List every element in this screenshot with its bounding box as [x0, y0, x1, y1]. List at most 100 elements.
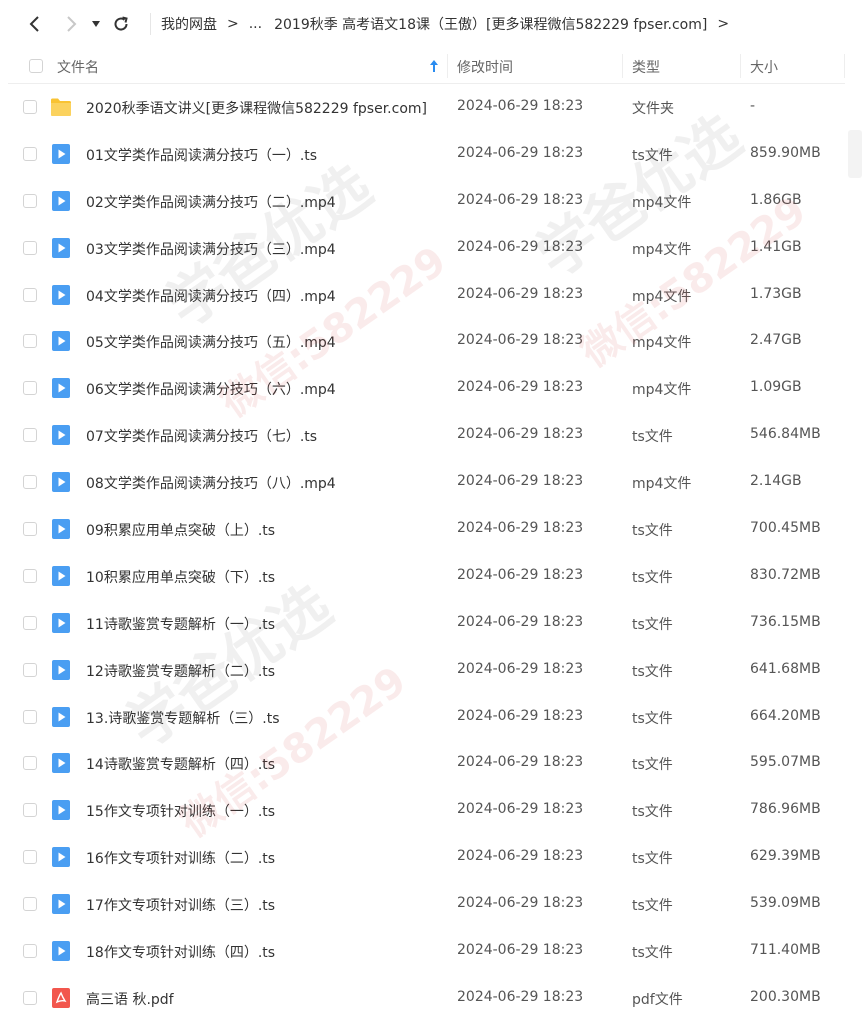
scrollbar-thumb[interactable] [848, 130, 862, 178]
file-name[interactable]: 18作文专项针对训练（四）.ts [86, 942, 275, 962]
file-row[interactable]: 10积累应用单点突破（下）.ts 2024-06-29 18:23 ts文件 830.… [8, 553, 845, 600]
back-button[interactable] [22, 11, 48, 37]
file-row[interactable]: 05文学类作品阅读满分技巧（五）.mp4 2024-06-29 18:23 mp4文… [8, 318, 845, 365]
row-checkbox[interactable] [23, 193, 37, 208]
file-name[interactable]: 16作文专项针对训练（二）.ts [86, 848, 275, 868]
row-checkbox[interactable] [23, 334, 37, 349]
row-checkbox[interactable] [23, 615, 37, 630]
column-header-time[interactable]: 修改时间 [457, 57, 513, 77]
toolbar: 我的网盘 > ... 2019秋季 高考语文18课（王傲）[更多课程微信5822… [0, 0, 865, 48]
file-name[interactable]: 04文学类作品阅读满分技巧（四）.mp4 [86, 286, 336, 306]
row-checkbox[interactable] [23, 568, 37, 583]
file-name[interactable]: 2020秋季语文讲义[更多课程微信582229 fpser.com] [86, 98, 427, 118]
row-checkbox[interactable] [23, 146, 37, 161]
file-row[interactable]: 14诗歌鉴赏专题解析（四）.ts 2024-06-29 18:23 ts文件 595.… [8, 740, 845, 787]
file-name[interactable]: 01文学类作品阅读满分技巧（一）.ts [86, 145, 317, 165]
file-size: 1.86GB [750, 191, 802, 208]
column-header-type[interactable]: 类型 [632, 57, 660, 77]
file-type: mp4文件 [632, 241, 692, 258]
row-checkbox[interactable] [23, 522, 37, 537]
file-row[interactable]: 2020秋季语文讲义[更多课程微信582229 fpser.com] 2024-0… [8, 84, 845, 131]
file-row[interactable]: 12诗歌鉴赏专题解析（二）.ts 2024-06-29 18:23 ts文件 641.… [8, 647, 845, 694]
file-name[interactable]: 09积累应用单点突破（上）.ts [86, 520, 275, 540]
file-row[interactable]: 13.诗歌鉴赏专题解析（三）.ts 2024-06-29 18:23 ts文件 664… [8, 694, 845, 741]
file-modified-time: 2024-06-29 18:23 [457, 379, 584, 396]
row-checkbox[interactable] [23, 100, 37, 114]
file-row[interactable]: 16作文专项针对训练（二）.ts 2024-06-29 18:23 ts文件 629.… [8, 834, 845, 881]
file-size: 830.72MB [750, 566, 821, 583]
file-name[interactable]: 02文学类作品阅读满分技巧（二）.mp4 [86, 192, 336, 212]
video-file-icon [52, 894, 70, 915]
row-checkbox[interactable] [23, 944, 37, 959]
breadcrumb-current[interactable]: 2019秋季 高考语文18课（王傲）[更多课程微信582229 fpser.co… [274, 14, 707, 34]
row-checkbox[interactable] [23, 381, 37, 396]
video-file-icon [52, 565, 70, 586]
row-checkbox[interactable] [23, 756, 37, 771]
file-type: mp4文件 [632, 288, 692, 305]
select-all-checkbox[interactable] [29, 59, 43, 73]
file-row[interactable]: 03文学类作品阅读满分技巧（三）.mp4 2024-06-29 18:23 mp4文… [8, 225, 845, 272]
chevron-left-icon [29, 16, 39, 32]
file-modified-time: 2024-06-29 18:23 [457, 988, 584, 1005]
column-divider[interactable] [447, 54, 448, 78]
file-size: 1.09GB [750, 379, 802, 396]
file-name[interactable]: 07文学类作品阅读满分技巧（七）.ts [86, 426, 317, 446]
file-name[interactable]: 14诗歌鉴赏专题解析（四）.ts [86, 754, 275, 774]
forward-button[interactable] [58, 11, 84, 37]
file-name[interactable]: 10积累应用单点突破（下）.ts [86, 567, 275, 587]
sort-ascending-icon[interactable] [429, 59, 439, 73]
file-row[interactable]: 06文学类作品阅读满分技巧（六）.mp4 2024-06-29 18:23 mp4文… [8, 365, 845, 412]
column-divider[interactable] [740, 54, 741, 78]
row-checkbox[interactable] [23, 662, 37, 677]
file-name[interactable]: 08文学类作品阅读满分技巧（八）.mp4 [86, 473, 336, 493]
video-file-icon [52, 143, 70, 164]
file-type: ts文件 [632, 804, 673, 821]
column-divider[interactable] [622, 54, 623, 78]
file-name[interactable]: 高三语 秋.pdf [86, 989, 174, 1009]
video-file-icon [52, 519, 70, 540]
file-row[interactable]: 07文学类作品阅读满分技巧（七）.ts 2024-06-29 18:23 ts文件 5… [8, 412, 845, 459]
file-type: ts文件 [632, 898, 673, 915]
file-name[interactable]: 17作文专项针对训练（三）.ts [86, 895, 275, 915]
row-checkbox[interactable] [23, 709, 37, 724]
row-checkbox[interactable] [23, 897, 37, 912]
file-type: ts文件 [632, 710, 673, 727]
scrollbar-track[interactable] [845, 84, 865, 1024]
column-header-size[interactable]: 大小 [750, 57, 778, 77]
breadcrumb-root[interactable]: 我的网盘 [161, 14, 217, 34]
row-checkbox[interactable] [23, 240, 37, 255]
file-name[interactable]: 06文学类作品阅读满分技巧（六）.mp4 [86, 379, 336, 399]
file-modified-time: 2024-06-29 18:23 [457, 848, 584, 865]
row-checkbox[interactable] [23, 990, 37, 1005]
file-row[interactable]: 02文学类作品阅读满分技巧（二）.mp4 2024-06-29 18:23 mp4文… [8, 178, 845, 225]
row-checkbox[interactable] [23, 428, 37, 443]
file-name[interactable]: 11诗歌鉴赏专题解析（一）.ts [86, 614, 275, 634]
file-row[interactable]: 04文学类作品阅读满分技巧（四）.mp4 2024-06-29 18:23 mp4文… [8, 272, 845, 319]
column-divider[interactable] [844, 54, 845, 78]
file-row[interactable]: 17作文专项针对训练（三）.ts 2024-06-29 18:23 ts文件 539.… [8, 881, 845, 928]
file-name[interactable]: 12诗歌鉴赏专题解析（二）.ts [86, 661, 275, 681]
history-dropdown-button[interactable] [88, 11, 104, 37]
file-row[interactable]: 09积累应用单点突破（上）.ts 2024-06-29 18:23 ts文件 700.… [8, 506, 845, 553]
file-name[interactable]: 13.诗歌鉴赏专题解析（三）.ts [86, 708, 280, 728]
file-row[interactable]: 01文学类作品阅读满分技巧（一）.ts 2024-06-29 18:23 ts文件 8… [8, 131, 845, 178]
file-row[interactable]: 高三语 秋.pdf 2024-06-29 18:23 pdf文件 200.30MB [8, 975, 845, 1022]
breadcrumb-ellipsis[interactable]: ... [249, 16, 262, 32]
column-header-name[interactable]: 文件名 [57, 57, 99, 77]
row-checkbox[interactable] [23, 803, 37, 818]
file-name[interactable]: 03文学类作品阅读满分技巧（三）.mp4 [86, 239, 336, 259]
row-checkbox[interactable] [23, 287, 37, 302]
row-checkbox[interactable] [23, 850, 37, 865]
file-name[interactable]: 15作文专项针对训练（一）.ts [86, 801, 275, 821]
refresh-button[interactable] [108, 11, 134, 37]
row-checkbox[interactable] [23, 475, 37, 490]
file-size: 539.09MB [750, 895, 821, 912]
file-name[interactable]: 05文学类作品阅读满分技巧（五）.mp4 [86, 332, 336, 352]
file-row[interactable]: 08文学类作品阅读满分技巧（八）.mp4 2024-06-29 18:23 mp4文… [8, 459, 845, 506]
file-type: ts文件 [632, 945, 673, 962]
file-row[interactable]: 15作文专项针对训练（一）.ts 2024-06-29 18:23 ts文件 786.… [8, 787, 845, 834]
video-file-icon [52, 378, 70, 399]
file-row[interactable]: 11诗歌鉴赏专题解析（一）.ts 2024-06-29 18:23 ts文件 736.… [8, 600, 845, 647]
file-row[interactable]: 18作文专项针对训练（四）.ts 2024-06-29 18:23 ts文件 711.… [8, 928, 845, 975]
file-type: ts文件 [632, 523, 673, 540]
